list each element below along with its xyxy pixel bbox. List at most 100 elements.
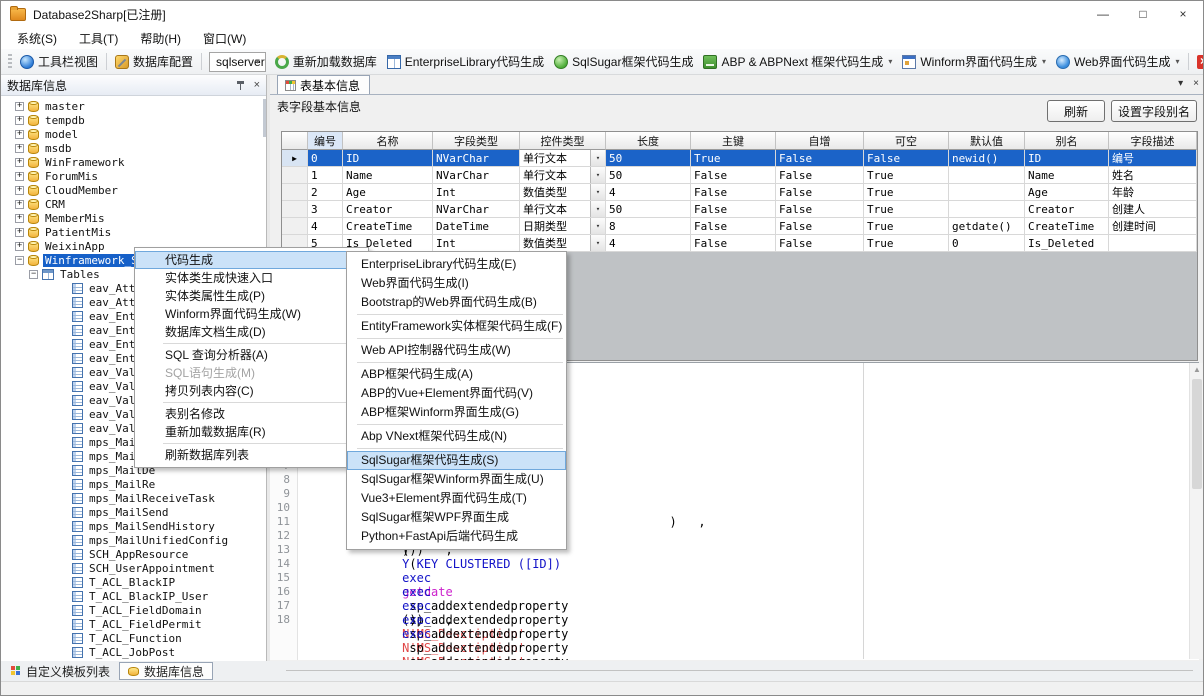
context-menu-item[interactable]: SQL 查询分析器(A)	[135, 346, 368, 364]
submenu-item[interactable]: ABP框架Winform界面生成(G)	[347, 403, 566, 422]
table-row[interactable]: 5 Is_Deleted Int 数值类型▾ 4 False False Tru…	[282, 235, 1197, 252]
toolbar-view-button[interactable]: 工具栏视图	[15, 53, 103, 70]
tree-item[interactable]: tempdb	[1, 113, 265, 127]
tree-item[interactable]: mps_MailReceiveTask	[1, 491, 265, 505]
grid-cell-length[interactable]: 50	[606, 167, 691, 184]
row-indicator-cell[interactable]	[282, 201, 308, 218]
column-header[interactable]: 默认值	[949, 132, 1025, 150]
column-header[interactable]: 长度	[606, 132, 691, 150]
grid-cell-default[interactable]: getdate()	[949, 218, 1025, 235]
grid-cell-nullable[interactable]: False	[864, 150, 949, 167]
grid-cell-fieldtype[interactable]: NVarChar	[433, 167, 520, 184]
grid-cell-autoincrement[interactable]: False	[776, 235, 864, 252]
menu-bar-item[interactable]: 工具(T)	[71, 27, 132, 50]
cell-combo-arrow-icon[interactable]: ▾	[590, 184, 605, 200]
grid-cell-autoincrement[interactable]: False	[776, 150, 864, 167]
column-header[interactable]: 字段描述	[1109, 132, 1197, 150]
grid-cell-default[interactable]	[949, 201, 1025, 218]
table-row[interactable]: 0 ID NVarChar 单行文本▾ 50 True False False …	[282, 150, 1197, 167]
tree-item[interactable]: SCH_UserAppointment	[1, 561, 265, 575]
tree-scrollbar[interactable]	[263, 99, 266, 137]
grid-cell-description[interactable]: 编号	[1109, 150, 1197, 167]
grid-cell-fieldtype[interactable]: NVarChar	[433, 201, 520, 218]
context-menu-item[interactable]: 刷新数据库列表	[135, 446, 368, 464]
grid-cell-controltype[interactable]: 单行文本▾	[520, 150, 606, 167]
tree-item[interactable]: T_ACL_Function	[1, 631, 265, 645]
menu-bar-item[interactable]: 窗口(W)	[195, 27, 260, 50]
grid-cell-default[interactable]	[949, 167, 1025, 184]
grid-cell-num[interactable]: 0	[308, 150, 343, 167]
row-indicator-cell[interactable]	[282, 218, 308, 235]
submenu-item[interactable]: EntityFramework实体框架代码生成(F)	[347, 317, 566, 336]
context-menu-item[interactable]: 实体类属性生成(P)	[135, 287, 368, 305]
grid-cell-controltype[interactable]: 数值类型▾	[520, 235, 606, 252]
grid-cell-autoincrement[interactable]: False	[776, 184, 864, 201]
tabstrip-dropdown-icon[interactable]: ▾	[1178, 78, 1183, 89]
submenu-item[interactable]: Abp VNext框架代码生成(N)	[347, 427, 566, 446]
cell-combo-arrow-icon[interactable]: ▾	[590, 235, 605, 251]
grid-cell-num[interactable]: 3	[308, 201, 343, 218]
table-row[interactable]: 3 Creator NVarChar 单行文本▾ 50 False False …	[282, 201, 1197, 218]
context-menu-item[interactable]: Winform界面代码生成(W)	[135, 305, 368, 323]
grid-cell-default[interactable]	[949, 184, 1025, 201]
grid-cell-num[interactable]: 1	[308, 167, 343, 184]
scroll-up-icon[interactable]: ▲	[1190, 363, 1204, 377]
winform-gen-button[interactable]: Winform界面代码生成▾	[897, 53, 1051, 70]
tree-item[interactable]: master	[1, 99, 265, 113]
grid-cell-fieldtype[interactable]: Int	[433, 184, 520, 201]
grid-cell-description[interactable]: 创建人	[1109, 201, 1197, 218]
table-row[interactable]: 2 Age Int 数值类型▾ 4 False False True Age 年…	[282, 184, 1197, 201]
submenu-item[interactable]: Bootstrap的Web界面代码生成(B)	[347, 293, 566, 312]
context-menu-item[interactable]: 实体类生成快速入口	[135, 269, 368, 287]
chevron-down-icon[interactable]: ▾	[888, 57, 892, 66]
context-menu-item[interactable]: 代码生成	[135, 251, 368, 269]
tree-item[interactable]: mps_MailUnifiedConfig	[1, 533, 265, 547]
column-header[interactable]: 编号	[308, 132, 343, 150]
tree-item[interactable]: T_ACL_BlackIP_User	[1, 589, 265, 603]
grid-cell-name[interactable]: CreateTime	[343, 218, 433, 235]
tree-item[interactable]: mps_MailSendHistory	[1, 519, 265, 533]
submenu-item[interactable]: Vue3+Element界面代码生成(T)	[347, 489, 566, 508]
tree-expander-icon[interactable]	[29, 270, 38, 279]
tree-expander-icon[interactable]	[15, 116, 24, 125]
grid-cell-nullable[interactable]: True	[864, 167, 949, 184]
tab-database-info[interactable]: 数据库信息	[119, 662, 213, 680]
close-button[interactable]: ×	[1163, 1, 1203, 27]
grid-cell-alias[interactable]: Is_Deleted	[1025, 235, 1109, 252]
grid-cell-description[interactable]: 年龄	[1109, 184, 1197, 201]
column-header[interactable]: 别名	[1025, 132, 1109, 150]
tree-item[interactable]: ForumMis	[1, 169, 265, 183]
minimize-button[interactable]: —	[1083, 1, 1123, 27]
submenu-item[interactable]: EnterpriseLibrary代码生成(E)	[347, 255, 566, 274]
grid-cell-fieldtype[interactable]: DateTime	[433, 218, 520, 235]
tree-expander-icon[interactable]	[15, 144, 24, 153]
tree-expander-icon[interactable]	[15, 200, 24, 209]
cell-combo-arrow-icon[interactable]: ▾	[590, 218, 605, 234]
db-config-button[interactable]: 数据库配置	[110, 53, 198, 70]
tree-item[interactable]: model	[1, 127, 265, 141]
grid-cell-alias[interactable]: Age	[1025, 184, 1109, 201]
grid-cell-num[interactable]: 2	[308, 184, 343, 201]
cell-combo-arrow-icon[interactable]: ▾	[590, 201, 605, 217]
tree-expander-icon[interactable]	[15, 102, 24, 111]
enterpriselibrary-gen-button[interactable]: EnterpriseLibrary代码生成	[382, 53, 549, 70]
grid-cell-primarykey[interactable]: False	[691, 218, 776, 235]
grid-cell-primarykey[interactable]: False	[691, 167, 776, 184]
column-header[interactable]: 控件类型	[520, 132, 606, 150]
grid-cell-nullable[interactable]: True	[864, 235, 949, 252]
grid-cell-fieldtype[interactable]: NVarChar	[433, 150, 520, 167]
column-header[interactable]: 主键	[691, 132, 776, 150]
chevron-down-icon[interactable]: ▾	[1042, 57, 1046, 66]
grid-cell-fieldtype[interactable]: Int	[433, 235, 520, 252]
tree-item[interactable]: T_ACL_BlackIP	[1, 575, 265, 589]
chevron-down-icon[interactable]: ▾	[1175, 57, 1179, 66]
tree-item[interactable]: mps_MailSend	[1, 505, 265, 519]
row-indicator-cell[interactable]	[282, 167, 308, 184]
tree-item[interactable]: mps_MailRe	[1, 477, 265, 491]
tree-expander-icon[interactable]	[15, 130, 24, 139]
grid-cell-autoincrement[interactable]: False	[776, 218, 864, 235]
context-menu-item[interactable]: 表别名修改	[135, 405, 368, 423]
context-menu-item[interactable]: 数据库文档生成(D)	[135, 323, 368, 341]
menu-bar-item[interactable]: 帮助(H)	[132, 27, 195, 50]
grid-cell-nullable[interactable]: True	[864, 201, 949, 218]
